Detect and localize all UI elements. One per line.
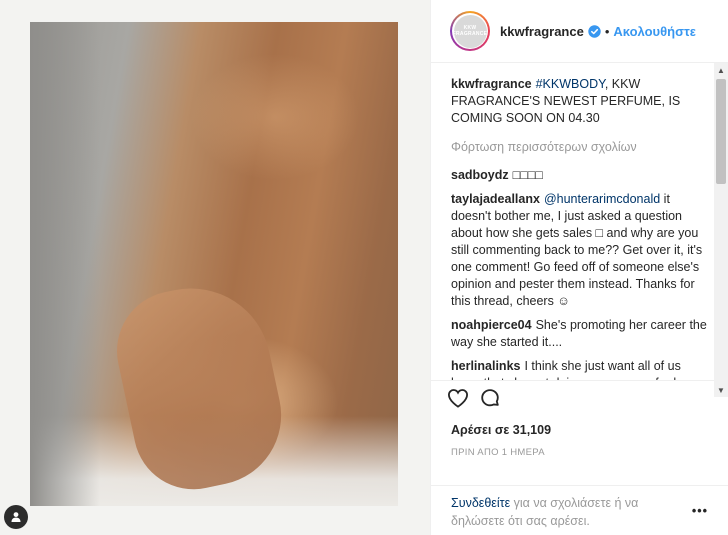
- caption-hashtag[interactable]: #KKWBODY: [536, 77, 605, 91]
- comment-text: it doesn't bother me, I just asked a que…: [451, 192, 703, 308]
- login-prompt: Συνδεθείτε για να σχολιάσετε ή να δηλώσε…: [431, 485, 728, 535]
- header-separator: •: [604, 23, 610, 39]
- comment-username[interactable]: sadboydz: [451, 168, 509, 182]
- avatar[interactable]: KKW FRAGRANCE: [450, 11, 490, 51]
- comment-mention[interactable]: @hunterarimcdonald: [544, 192, 660, 206]
- comments-scrollbar[interactable]: ▲ ▼: [714, 63, 728, 397]
- photo-detail: [105, 273, 295, 501]
- comment-item: taylajadeallanx @hunterarimcdonald it doe…: [451, 191, 708, 310]
- likes-count[interactable]: Αρέσει σε 31,109: [431, 420, 728, 441]
- action-bar: [431, 380, 728, 420]
- comments-list: kkwfragrance #KKWBODY, KKW FRAGRANCE'S NE…: [431, 63, 728, 380]
- caption: kkwfragrance #KKWBODY, KKW FRAGRANCE'S NE…: [451, 76, 708, 127]
- caption-username[interactable]: kkwfragrance: [451, 77, 532, 91]
- comment-item: herlinalinks I think she just want all of…: [451, 358, 708, 380]
- scroll-down-arrow-icon[interactable]: ▼: [714, 383, 728, 397]
- comment-item: noahpierce04 She's promoting her career t…: [451, 317, 708, 351]
- login-link[interactable]: Συνδεθείτε: [451, 496, 510, 510]
- header-username[interactable]: kkwfragrance: [500, 24, 584, 39]
- post-header: KKW FRAGRANCE kkwfragrance • Ακολουθήστε: [431, 0, 728, 63]
- media-pane: [0, 0, 431, 535]
- heart-icon: [447, 388, 469, 413]
- like-button[interactable]: [447, 385, 479, 417]
- load-more-comments-link[interactable]: Φόρτωση περισσότερων σχολίων: [451, 139, 708, 156]
- comment-bubble-icon: [479, 387, 501, 414]
- post-modal: KKW FRAGRANCE kkwfragrance • Ακολουθήστε…: [0, 0, 728, 535]
- comment-username[interactable]: noahpierce04: [451, 318, 532, 332]
- avatar-logo: KKW FRAGRANCE: [453, 14, 487, 48]
- comment-username[interactable]: herlinalinks: [451, 359, 520, 373]
- comment-username[interactable]: taylajadeallanx: [451, 192, 540, 206]
- comment-item: sadboydz □□□□: [451, 167, 708, 184]
- user-tag-icon[interactable]: [4, 505, 28, 529]
- verified-badge-icon: [588, 24, 601, 38]
- scroll-up-arrow-icon[interactable]: ▲: [714, 63, 728, 77]
- scrollbar-thumb[interactable]: [716, 79, 726, 184]
- comment-text: □□□□: [512, 168, 543, 182]
- follow-button[interactable]: Ακολουθήστε: [613, 24, 696, 39]
- post-photo[interactable]: [30, 22, 398, 506]
- post-timestamp[interactable]: ΠΡΙΝ ΑΠΟ 1 ΗΜΕΡΑ: [431, 441, 728, 461]
- side-pane: KKW FRAGRANCE kkwfragrance • Ακολουθήστε…: [431, 0, 728, 535]
- more-options-button[interactable]: •••: [688, 494, 708, 520]
- comment-button[interactable]: [479, 385, 511, 417]
